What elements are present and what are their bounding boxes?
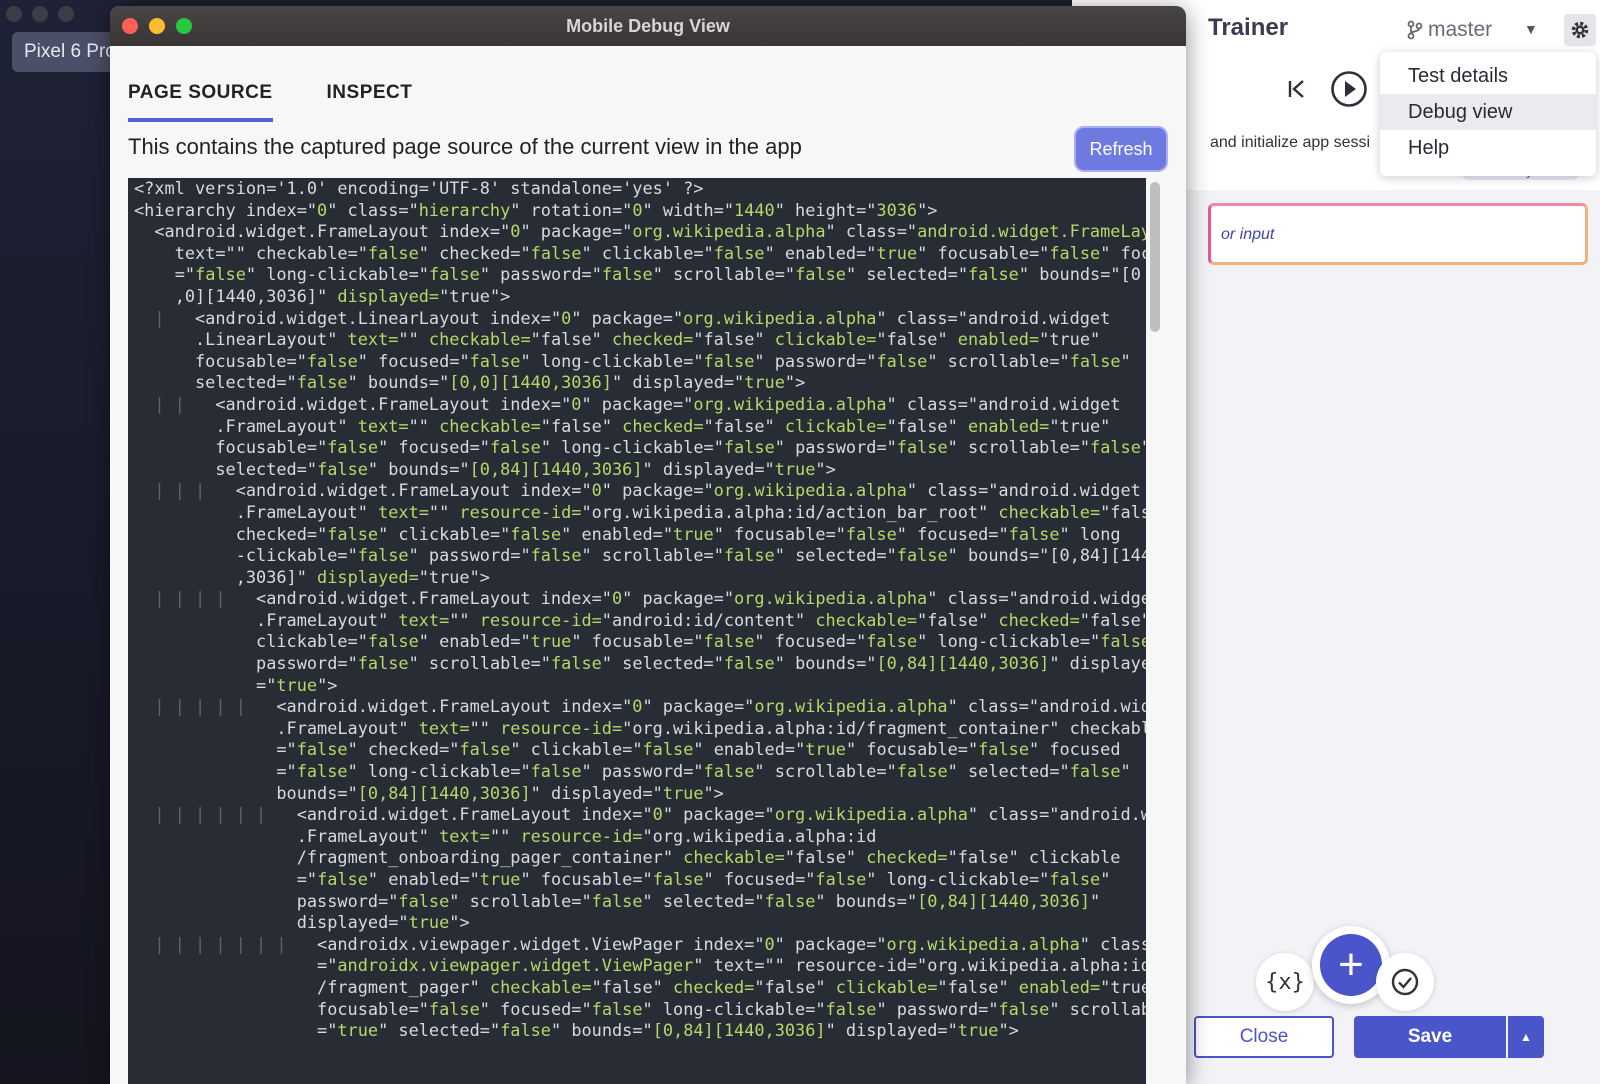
menu-item-test-details[interactable]: Test details: [1380, 58, 1596, 94]
code-line: .FrameLayout" text="" resource-id="org.w…: [235, 501, 1146, 522]
code-line: <hierarchy index="0" class="hierarchy" r…: [134, 199, 938, 220]
code-line: displayed="true">: [296, 912, 470, 933]
code-line: ="false" long-clickable="false" password…: [174, 264, 1141, 285]
code-line: .FrameLayout" text="" resource-id="org.w…: [276, 717, 1146, 738]
menu-item-help[interactable]: Help: [1380, 130, 1596, 166]
refresh-button[interactable]: Refresh: [1076, 128, 1166, 170]
code-line: | <android.widget.LinearLayout index="0"…: [134, 307, 1111, 328]
tab-page-source[interactable]: PAGE SOURCE: [128, 82, 273, 122]
skip-to-start-icon[interactable]: [1286, 78, 1308, 100]
code-line: ="androidx.viewpager.widget.ViewPager" t…: [317, 955, 1146, 976]
code-line: .FrameLayout" text="" resource-id="org.w…: [296, 825, 877, 846]
assertion-button[interactable]: [1376, 953, 1434, 1011]
code-line: focusable="false" focused="false" long-c…: [195, 350, 1131, 371]
code-line: <android.widget.FrameLayout index="0" pa…: [154, 221, 1146, 242]
code-line: ="true">: [256, 674, 338, 695]
menu-item-debug-view[interactable]: Debug view: [1380, 94, 1596, 130]
trainer-title: Trainer: [1208, 14, 1289, 41]
code-line: ,3036]" displayed="true">: [235, 566, 490, 587]
code-line: | | | | | | <android.widget.FrameLayout …: [134, 804, 1146, 825]
code-line: .LinearLayout" text="" checkable="false"…: [195, 329, 1101, 350]
code-line: password="false" scrollable="false" sele…: [256, 653, 1146, 674]
background-window-controls: [6, 6, 74, 22]
code-line: | | | <android.widget.FrameLayout index=…: [134, 480, 1141, 501]
code-line: focusable="false" focused="false" long-c…: [317, 998, 1146, 1019]
check-circle-icon: [1391, 968, 1419, 996]
branch-selector[interactable]: master: [1406, 18, 1492, 42]
code-line: ,0][1440,3036]" displayed="true">: [174, 285, 511, 306]
chevron-down-icon[interactable]: ▼: [1524, 21, 1538, 37]
branch-name: master: [1428, 18, 1493, 41]
code-line: ="false" long-clickable="false" password…: [276, 761, 1131, 782]
step-input-field[interactable]: or input: [1208, 203, 1588, 265]
code-line: /fragment_onboarding_pager_container" ch…: [296, 847, 1121, 868]
code-line: ="false" checked="false" clickable="fals…: [276, 739, 1121, 760]
plus-icon: +: [1320, 934, 1382, 996]
variables-button[interactable]: {x}: [1256, 953, 1314, 1011]
code-line: | | | | <android.widget.FrameLayout inde…: [134, 588, 1146, 609]
code-line: bounds="[0,84][1440,3036]" displayed="tr…: [276, 782, 724, 803]
code-scrollbar[interactable]: [1150, 182, 1160, 332]
page-source-description: This contains the captured page source o…: [128, 134, 802, 159]
window-title: Mobile Debug View: [566, 16, 730, 36]
code-line: password="false" scrollable="false" sele…: [296, 890, 1101, 911]
code-line: ="false" enabled="true" focusable="false…: [296, 869, 1111, 889]
git-branch-icon: [1407, 20, 1423, 40]
code-line: .FrameLayout" text="" checkable="false" …: [215, 415, 1111, 436]
save-options-caret-icon[interactable]: ▲: [1508, 1016, 1544, 1058]
input-placeholder: or input: [1221, 226, 1275, 243]
window-titlebar: Mobile Debug View: [110, 6, 1186, 46]
debug-window: Mobile Debug View PAGE SOURCE INSPECT Th…: [110, 6, 1186, 1084]
code-line: <?xml version='1.0' encoding='UTF-8' sta…: [134, 178, 704, 198]
code-line: | | <android.widget.FrameLayout index="0…: [134, 393, 1121, 414]
code-line: /fragment_pager" checkable="false" check…: [317, 976, 1146, 997]
close-button[interactable]: Close: [1194, 1016, 1334, 1058]
code-line: selected="false" bounds="[0,0][1440,3036…: [195, 372, 806, 393]
step-description[interactable]: and initialize app sessi: [1210, 134, 1370, 152]
page-source-code[interactable]: <?xml version='1.0' encoding='UTF-8' sta…: [128, 178, 1146, 1084]
code-line: selected="false" bounds="[0,84][1440,303…: [215, 458, 836, 479]
settings-button[interactable]: [1564, 14, 1596, 46]
code-line: | | | | | <android.widget.FrameLayout in…: [134, 696, 1146, 717]
inactive-zoom-dot[interactable]: [58, 6, 74, 22]
tab-inspect[interactable]: INSPECT: [327, 82, 413, 122]
inactive-close-dot[interactable]: [6, 6, 22, 22]
settings-menu: Test details Debug view Help: [1380, 52, 1596, 176]
code-line: -clickable="false" password="false" scro…: [235, 545, 1146, 566]
code-line: | | | | | | | <androidx.viewpager.widget…: [134, 933, 1146, 954]
save-button[interactable]: Save: [1354, 1016, 1506, 1058]
code-line: clickable="false" enabled="true" focusab…: [256, 631, 1146, 652]
playback-controls: [1286, 70, 1368, 108]
code-line: focusable="false" focused="false" long-c…: [215, 437, 1146, 458]
code-line: checked="false" clickable="false" enable…: [235, 523, 1121, 544]
inactive-minimize-dot[interactable]: [32, 6, 48, 22]
code-line: ="true" selected="false" bounds="[0,84][…: [317, 1020, 1019, 1041]
code-line: .FrameLayout" text="" resource-id="andro…: [256, 609, 1146, 630]
code-line: text="" checkable="false" checked="false…: [174, 242, 1146, 263]
debug-tabs: PAGE SOURCE INSPECT: [128, 82, 412, 122]
gear-icon: [1571, 21, 1589, 39]
play-icon[interactable]: [1330, 70, 1368, 108]
